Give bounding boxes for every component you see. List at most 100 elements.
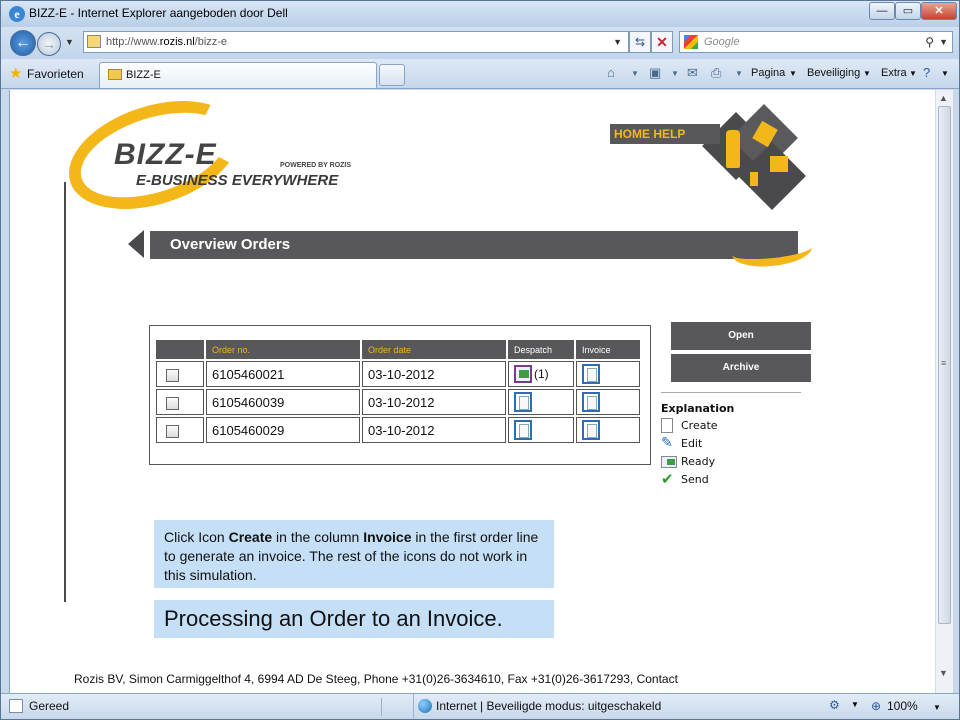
scroll-grip-icon: ≡ — [941, 358, 947, 368]
row-select-cell — [156, 361, 204, 387]
zoom-dropdown-icon[interactable]: ▼ — [933, 703, 941, 712]
address-dropdown-icon[interactable]: ▼ — [613, 32, 622, 52]
back-button[interactable]: ← — [10, 30, 36, 56]
orders-table: Order no. Order date Despatch Invoice 61… — [154, 338, 642, 445]
status-page-icon — [9, 699, 23, 713]
zoom-icon: ⊕ — [871, 699, 882, 713]
home-icon[interactable]: ⌂ — [607, 65, 615, 80]
stop-button[interactable]: ✕ — [651, 31, 673, 53]
open-button[interactable]: Open — [671, 322, 811, 350]
despatch-ready-icon[interactable] — [514, 365, 532, 383]
search-dropdown-icon[interactable]: ▼ — [939, 32, 948, 52]
row-checkbox[interactable] — [166, 368, 179, 382]
url-prefix: http://www. — [106, 36, 160, 48]
new-tab-button[interactable] — [379, 64, 405, 86]
row-checkbox[interactable] — [166, 396, 179, 410]
search-placeholder: Google — [704, 36, 740, 48]
scroll-down-icon[interactable]: ▼ — [939, 668, 948, 678]
invoice-create-icon[interactable] — [582, 364, 600, 384]
help-icon[interactable]: ? — [923, 65, 930, 80]
logo-tagline: E-BUSINESS EVERYWHERE — [136, 172, 339, 189]
scroll-up-icon[interactable]: ▲ — [939, 93, 948, 103]
tab-label: BIZZ-E — [126, 69, 161, 81]
globe-icon — [418, 699, 432, 713]
url-path: /bizz-e — [194, 36, 228, 48]
title-bar: e BIZZ-E - Internet Explorer aangeboden … — [1, 1, 959, 27]
page-title: Overview Orders — [150, 231, 798, 259]
protected-mode-icon[interactable]: ⚙ — [829, 698, 840, 712]
home-dropdown-icon[interactable]: ▼ — [631, 69, 639, 78]
table-header-row: Order no. Order date Despatch Invoice — [156, 340, 640, 359]
row-checkbox[interactable] — [166, 424, 179, 438]
vertical-scrollbar[interactable]: ▲ ≡ ▼ — [935, 90, 953, 693]
instruction-invoice: Invoice — [363, 529, 412, 545]
menu-beveiliging[interactable]: Beveiliging — [807, 67, 860, 79]
logo-brand: BIZZ-E — [114, 138, 217, 171]
refresh-button[interactable]: ⇆ — [629, 31, 651, 53]
banner-back-arrow[interactable] — [128, 230, 144, 258]
star-icon: ★ — [9, 65, 23, 82]
minimize-button[interactable]: — — [869, 2, 895, 20]
zone-text: Internet | Beveiligde modus: uitgeschake… — [436, 699, 662, 713]
table-row: 6105460029 03-10-2012 — [156, 417, 640, 443]
order-no: 6105460029 — [206, 417, 360, 443]
instruction-text-1: Click Icon — [164, 529, 229, 545]
zoom-control[interactable]: ⊕ 100% ▼ — [869, 694, 941, 719]
col-order-date: Order date — [362, 340, 506, 359]
site-favicon — [108, 69, 122, 80]
explanation-title: Explanation — [661, 402, 735, 415]
document-icon — [661, 418, 673, 433]
home-help-link[interactable]: HOME HELP — [610, 124, 720, 144]
search-input[interactable]: Google ⚲ ▼ — [679, 31, 953, 53]
left-vertical-line — [64, 182, 66, 602]
col-invoice: Invoice — [576, 340, 640, 359]
explanation-divider — [661, 392, 801, 393]
despatch-cell — [508, 389, 574, 415]
archive-button[interactable]: Archive — [671, 354, 811, 382]
mail-icon[interactable]: ✉ — [687, 65, 698, 81]
invoice-create-icon[interactable] — [582, 392, 600, 412]
legend-send-label: Send — [681, 473, 709, 486]
invoice-cell — [576, 361, 640, 387]
table-row: 6105460021 03-10-2012 (1) — [156, 361, 640, 387]
bizz-e-logo: BIZZ-E POWERED BY ROZIS E-BUSINESS EVERY… — [55, 90, 362, 229]
invoice-cell — [576, 417, 640, 443]
forward-button[interactable]: → — [37, 32, 61, 56]
favorites-button[interactable]: ★ Favorieten — [9, 64, 84, 84]
extra-dropdown-icon[interactable]: ▼ — [909, 69, 917, 78]
browser-window: e BIZZ-E - Internet Explorer aangeboden … — [0, 0, 960, 720]
search-icon[interactable]: ⚲ — [925, 32, 934, 52]
despatch-cell: (1) — [508, 361, 574, 387]
menu-extra[interactable]: Extra — [881, 67, 907, 79]
history-dropdown-icon[interactable]: ▼ — [65, 37, 74, 47]
logo-powered: POWERED BY ROZIS — [280, 162, 352, 169]
page-icon — [87, 35, 101, 48]
instruction-create: Create — [228, 529, 273, 545]
banner-ellipse — [746, 244, 792, 258]
col-despatch: Despatch — [508, 340, 574, 359]
help-dropdown-icon[interactable]: ▼ — [941, 69, 949, 78]
beveiliging-dropdown-icon[interactable]: ▼ — [863, 69, 871, 78]
print-icon[interactable]: ⎙ — [711, 65, 721, 81]
security-zone[interactable]: Internet | Beveiligde modus: uitgeschake… — [413, 694, 823, 719]
address-input[interactable]: http://www.rozis.nl/bizz-e ▼ — [83, 31, 629, 53]
feeds-dropdown-icon[interactable]: ▼ — [671, 69, 679, 78]
status-divider — [381, 698, 382, 716]
despatch-create-icon[interactable] — [514, 420, 532, 440]
invoice-create-icon[interactable] — [582, 420, 600, 440]
legend-create: Create — [661, 418, 718, 434]
order-date: 03-10-2012 — [362, 389, 506, 415]
pagina-dropdown-icon[interactable]: ▼ — [789, 69, 797, 78]
close-button[interactable]: ✕ — [921, 2, 957, 20]
status-bar: Gereed Internet | Beveiligde modus: uitg… — [1, 693, 959, 719]
maximize-button[interactable]: ▭ — [895, 2, 921, 20]
row-select-cell — [156, 389, 204, 415]
protected-dropdown-icon[interactable]: ▼ — [851, 700, 859, 709]
despatch-create-icon[interactable] — [514, 392, 532, 412]
print-dropdown-icon[interactable]: ▼ — [735, 69, 743, 78]
tab-bizz-e[interactable]: BIZZ-E — [99, 62, 377, 88]
row-select-cell — [156, 417, 204, 443]
ready-icon — [661, 456, 677, 468]
menu-pagina[interactable]: Pagina — [751, 67, 785, 79]
feeds-icon[interactable]: ▣ — [649, 65, 661, 81]
